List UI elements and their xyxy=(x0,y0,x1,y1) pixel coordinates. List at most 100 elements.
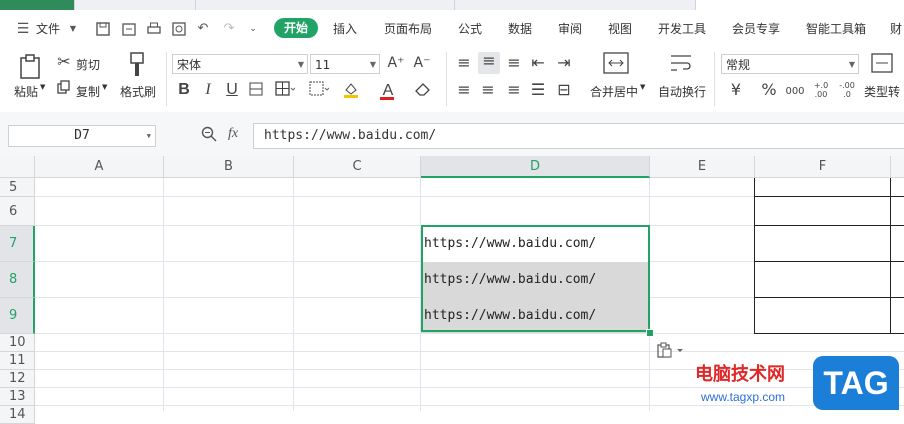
font-color-icon[interactable]: A xyxy=(378,81,398,100)
column-header-g[interactable] xyxy=(891,156,904,178)
menu-page-layout[interactable]: 页面布局 xyxy=(384,20,432,37)
align-bottom-icon[interactable]: ≡ xyxy=(504,54,524,72)
chevron-down-icon: ▼ xyxy=(297,60,304,69)
row-header-7[interactable]: 7 xyxy=(0,226,35,262)
table-border xyxy=(754,178,755,333)
border-icon[interactable] xyxy=(274,81,296,101)
merge-center-button[interactable]: 合并居中 xyxy=(590,83,638,100)
font-size-select[interactable]: 11 ▼ xyxy=(310,54,380,74)
justify-icon[interactable]: ☰ xyxy=(528,81,548,99)
paste-icon[interactable] xyxy=(18,54,42,84)
currency-icon[interactable]: ¥ xyxy=(728,81,744,99)
font-size-value: 11 xyxy=(315,58,331,72)
column-header-d[interactable]: D xyxy=(421,156,650,178)
number-format-select[interactable]: 常规 ▼ xyxy=(721,54,859,74)
menu-finance[interactable]: 财 xyxy=(890,20,902,37)
align-right-icon[interactable]: ≡ xyxy=(504,81,524,99)
tab-templates[interactable] xyxy=(75,0,196,10)
underline-icon[interactable]: U xyxy=(224,81,240,99)
hamburger-icon[interactable]: ☰ xyxy=(16,22,30,36)
distributed-align-icon[interactable]: ⊟ xyxy=(554,81,574,99)
row-header-5[interactable]: 5 xyxy=(0,178,35,197)
fx-function-icon[interactable]: fx xyxy=(228,126,238,142)
align-center-icon[interactable]: ≡ xyxy=(478,81,498,99)
menu-formulas[interactable]: 公式 xyxy=(458,20,482,37)
type-convert-icon[interactable] xyxy=(870,52,894,78)
select-all-corner[interactable] xyxy=(0,156,35,178)
copy-button[interactable]: 复制 xyxy=(76,83,100,100)
paste-options-icon[interactable] xyxy=(657,342,685,361)
tab-home[interactable] xyxy=(0,0,75,10)
menu-developer[interactable]: 开发工具 xyxy=(658,20,706,37)
column-header-f[interactable]: F xyxy=(755,156,891,178)
format-painter-icon[interactable] xyxy=(126,52,148,82)
more-chevron-icon[interactable]: ⌄ xyxy=(246,22,260,36)
menu-member[interactable]: 会员专享 xyxy=(732,20,780,37)
row-header-11[interactable]: 11 xyxy=(0,352,35,370)
row-header-9[interactable]: 9 xyxy=(0,298,35,334)
decrease-indent-icon[interactable]: ⇤ xyxy=(528,54,548,72)
align-top-icon[interactable]: ≡ xyxy=(454,54,474,72)
row-header-12[interactable]: 12 xyxy=(0,370,35,388)
menu-file[interactable]: 文件 xyxy=(36,20,60,37)
column-header-c[interactable]: C xyxy=(294,156,421,178)
thousands-separator-icon[interactable]: 000 xyxy=(784,83,806,101)
save-icon[interactable] xyxy=(96,22,110,36)
scissors-icon[interactable]: ✂ xyxy=(56,53,72,71)
row-header-14[interactable]: 14 xyxy=(0,406,35,424)
column-header-a[interactable]: A xyxy=(35,156,164,178)
paste-dropdown-icon[interactable]: ▼ xyxy=(40,83,45,91)
row-header-13[interactable]: 13 xyxy=(0,388,35,406)
row-header-6[interactable]: 6 xyxy=(0,197,35,226)
menu-data[interactable]: 数据 xyxy=(508,20,532,37)
menu-insert[interactable]: 插入 xyxy=(333,20,357,37)
strikethrough-icon[interactable] xyxy=(248,81,264,101)
print-preview-icon[interactable] xyxy=(172,22,186,36)
decrease-decimal-icon[interactable]: -.00 .0 xyxy=(836,81,858,99)
type-convert-button[interactable]: 类型转 xyxy=(864,83,900,100)
row-header-10[interactable]: 10 xyxy=(0,334,35,352)
increase-decimal-icon[interactable]: +.0 .00 xyxy=(810,81,832,99)
merge-dropdown-icon[interactable]: ▼ xyxy=(640,83,645,91)
fill-pattern-icon[interactable] xyxy=(308,81,330,101)
fill-color-icon[interactable] xyxy=(342,81,364,103)
copy-dropdown-icon[interactable]: ▼ xyxy=(102,83,107,91)
menu-smart-tools[interactable]: 智能工具箱 xyxy=(806,20,866,37)
menu-review[interactable]: 审阅 xyxy=(558,20,582,37)
align-left-icon[interactable]: ≡ xyxy=(454,81,474,99)
selection-border xyxy=(421,225,650,332)
increase-indent-icon[interactable]: ⇥ xyxy=(554,54,574,72)
undo-icon[interactable]: ↶ xyxy=(196,22,210,36)
tab-document[interactable] xyxy=(196,0,455,10)
merge-center-icon[interactable] xyxy=(602,52,630,78)
percent-icon[interactable]: % xyxy=(760,81,778,99)
tab-workbook-1[interactable] xyxy=(455,0,696,10)
tab-workbook-2[interactable] xyxy=(696,0,904,10)
align-middle-icon[interactable]: ≡ xyxy=(478,52,500,74)
grow-font-icon[interactable]: A⁺ xyxy=(386,54,406,72)
font-name-select[interactable]: 宋体 ▼ xyxy=(172,54,308,74)
shrink-font-icon[interactable]: A⁻ xyxy=(412,54,432,72)
fill-handle[interactable] xyxy=(646,329,654,337)
italic-icon[interactable]: I xyxy=(200,81,216,99)
menu-home-start[interactable]: 开始 xyxy=(274,18,319,38)
print-icon[interactable] xyxy=(147,22,161,36)
bold-icon[interactable]: B xyxy=(176,81,192,99)
export-icon[interactable] xyxy=(122,22,136,36)
menu-view[interactable]: 视图 xyxy=(608,20,632,37)
wrap-text-icon[interactable] xyxy=(668,52,694,78)
copy-icon[interactable] xyxy=(56,80,72,98)
format-painter-button[interactable]: 格式刷 xyxy=(120,83,156,100)
cut-button[interactable]: 剪切 xyxy=(76,56,100,73)
paste-button[interactable]: 粘贴 xyxy=(14,83,38,100)
chevron-down-icon[interactable]: ▼ xyxy=(66,22,80,36)
column-header-e[interactable]: E xyxy=(650,156,755,178)
column-header-b[interactable]: B xyxy=(164,156,294,178)
wrap-text-button[interactable]: 自动换行 xyxy=(658,83,706,100)
name-box[interactable]: D7 ▼ xyxy=(8,125,156,147)
clear-format-eraser-icon[interactable] xyxy=(412,81,434,101)
zoom-search-icon[interactable] xyxy=(201,126,217,146)
row-header-8[interactable]: 8 xyxy=(0,262,35,298)
redo-icon[interactable]: ↷ xyxy=(222,22,236,36)
formula-input[interactable]: https://www.baidu.com/ xyxy=(253,123,904,149)
